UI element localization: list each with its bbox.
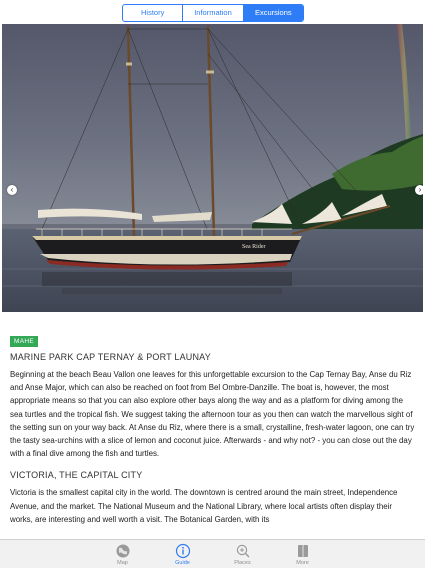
tab-places[interactable]: Places <box>213 540 273 568</box>
sailing-ship-photo: Sea Rider <box>2 24 423 312</box>
segment-history[interactable]: History <box>123 5 184 21</box>
segment-information[interactable]: Information <box>183 5 244 21</box>
segment-excursions[interactable]: Excursions <box>243 5 303 21</box>
tab-places-label: Places <box>234 560 251 566</box>
hero-photo[interactable]: Sea Rider ‹ › <box>2 24 423 312</box>
info-icon <box>153 543 213 559</box>
previous-photo-arrow-icon[interactable]: ‹ <box>7 185 17 195</box>
book-icon <box>273 543 333 559</box>
next-photo-arrow-icon[interactable]: › <box>415 185 423 195</box>
section-title-victoria: VICTORIA, THE CAPITAL CITY <box>10 470 143 481</box>
tab-guide[interactable]: Guide <box>153 540 213 568</box>
boat-name-label: Sea Rider <box>242 244 266 250</box>
article-content: MAHE MARINE PARK CAP TERNAY & PORT LAUNA… <box>10 330 416 526</box>
tab-map-label: Map <box>117 560 128 566</box>
segmented-control-bar: History Information Excursions <box>0 4 425 22</box>
tab-more-label: More <box>296 560 309 566</box>
segmented-control: History Information Excursions <box>122 4 304 22</box>
map-icon <box>93 543 153 559</box>
tab-guide-label: Guide <box>175 560 190 566</box>
tab-map[interactable]: Map <box>93 540 153 568</box>
location-badge: MAHE <box>10 336 38 347</box>
tab-more[interactable]: More <box>273 540 333 568</box>
section-title-marine-park: MARINE PARK CAP TERNAY & PORT LAUNAY <box>10 352 211 362</box>
section-body-victoria: Victoria is the smallest capital city in… <box>10 488 398 524</box>
magnifier-plus-icon <box>213 543 273 559</box>
tab-bar: Map Guide Places More <box>0 539 425 568</box>
section-body-marine-park: Beginning at the beach Beau Vallon one l… <box>10 370 415 459</box>
